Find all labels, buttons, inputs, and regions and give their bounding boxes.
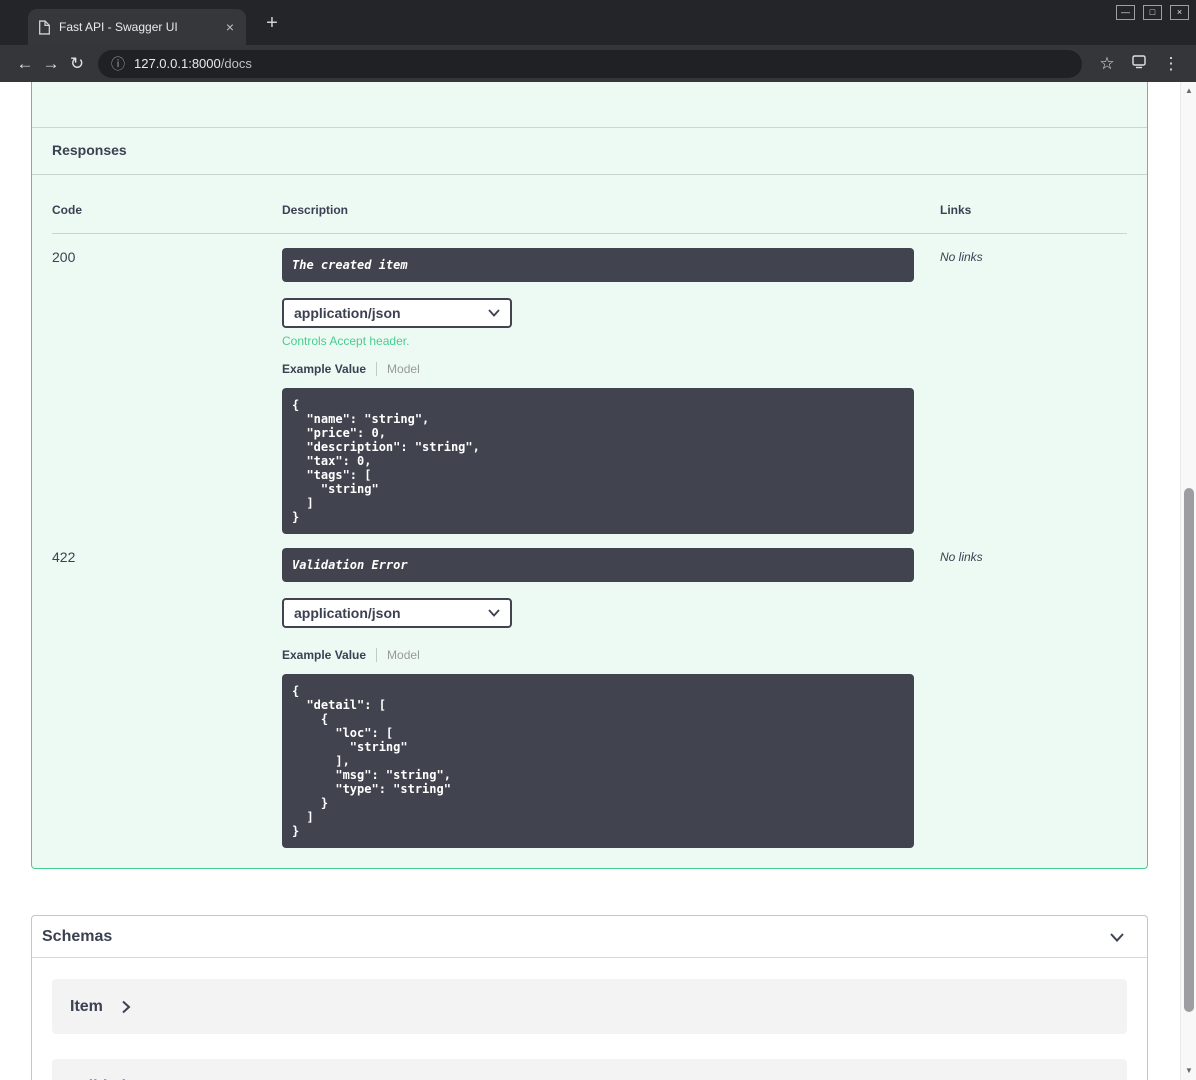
opblock-spacer — [32, 82, 1147, 127]
browser-tab[interactable]: Fast API - Swagger UI × — [28, 9, 246, 45]
tab-example-value[interactable]: Example Value — [282, 362, 378, 376]
column-code: Code — [52, 203, 82, 217]
extensions-icon[interactable] — [1126, 51, 1152, 77]
chevron-right-icon — [121, 1000, 131, 1014]
response-description-box: Validation Error — [282, 548, 914, 582]
responses-title: Responses — [52, 142, 127, 158]
response-row-200: 200 The created item application/json Co… — [52, 234, 1127, 534]
reload-icon[interactable]: ↻ — [64, 51, 90, 77]
scrollbar-down-icon[interactable]: ▼ — [1181, 1064, 1196, 1078]
controls-accept-note: Controls Accept header. — [282, 334, 410, 348]
model-item[interactable]: Item — [52, 979, 1127, 1034]
schemas-header[interactable]: Schemas — [32, 916, 1147, 958]
tab-model[interactable]: Model — [377, 648, 420, 662]
response-links: No links — [940, 550, 983, 564]
new-tab-button[interactable]: + — [260, 12, 284, 36]
forward-icon[interactable]: → — [38, 51, 64, 77]
responses-table: Code Description Links 200 The created i… — [32, 175, 1147, 868]
response-description-cell: Validation Error application/json Exampl… — [282, 548, 940, 848]
example-json-block: { "detail": [ { "loc": [ "string" ], "ms… — [282, 674, 914, 848]
url-host: 127.0.0.1:8000 — [134, 56, 221, 71]
chevron-down-icon — [488, 309, 500, 317]
media-type-value: application/json — [294, 305, 401, 321]
post-opblock-responses-section: Responses Code Description Links 200 The… — [31, 82, 1148, 869]
scrollbar-up-icon[interactable]: ▲ — [1181, 84, 1196, 98]
url-path: /docs — [220, 56, 252, 71]
window-controls: — □ × — [1116, 5, 1189, 20]
page-viewport: Responses Code Description Links 200 The… — [0, 82, 1180, 1080]
minimize-button[interactable]: — — [1116, 5, 1135, 20]
model-name: Item — [70, 997, 103, 1015]
scrollbar-thumb[interactable] — [1184, 488, 1194, 1012]
tab-close-icon[interactable]: × — [224, 20, 236, 34]
schemas-section: Schemas Item ValidationError — [31, 915, 1148, 1080]
browser-toolbar: ← → ↻ ⓘ 127.0.0.1:8000/docs ☆ ⋮ — [0, 45, 1196, 82]
page-favicon-icon — [39, 19, 50, 35]
address-bar[interactable]: ⓘ 127.0.0.1:8000/docs — [98, 49, 1082, 78]
response-code: 422 — [52, 549, 76, 565]
schemas-models: Item ValidationError — [32, 958, 1147, 1080]
browser-chrome: Fast API - Swagger UI × + — □ × ← → ↻ ⓘ … — [0, 0, 1196, 82]
chevron-down-icon[interactable] — [1107, 927, 1127, 947]
back-icon[interactable]: ← — [12, 51, 38, 77]
media-type-select[interactable]: application/json — [282, 298, 512, 328]
response-row-422: 422 Validation Error application/json Ex… — [52, 534, 1127, 848]
tab-strip: Fast API - Swagger UI × + — □ × — [0, 0, 1196, 45]
model-validationerror[interactable]: ValidationError — [52, 1059, 1127, 1080]
responses-header: Responses — [32, 127, 1147, 175]
tab-title: Fast API - Swagger UI — [59, 20, 178, 34]
schemas-title: Schemas — [42, 927, 113, 945]
toolbar-right-icons: ☆ ⋮ — [1094, 51, 1184, 77]
response-description-cell: The created item application/json Contro… — [282, 248, 940, 534]
site-info-icon[interactable]: ⓘ — [111, 54, 125, 74]
browser-menu-icon[interactable]: ⋮ — [1158, 51, 1184, 77]
example-model-tabs: Example Value Model — [282, 362, 940, 376]
maximize-button[interactable]: □ — [1143, 5, 1162, 20]
response-links: No links — [940, 250, 983, 264]
page-scrollbar[interactable]: ▲ ▼ — [1180, 82, 1196, 1080]
example-json-block: { "name": "string", "price": 0, "descrip… — [282, 388, 914, 534]
media-type-value: application/json — [294, 605, 401, 621]
chevron-down-icon — [488, 609, 500, 617]
tab-example-value[interactable]: Example Value — [282, 648, 378, 662]
close-button[interactable]: × — [1170, 5, 1189, 20]
bookmark-star-icon[interactable]: ☆ — [1094, 51, 1120, 77]
media-type-select[interactable]: application/json — [282, 598, 512, 628]
column-description: Description — [282, 203, 349, 217]
responses-table-header: Code Description Links — [52, 175, 1127, 234]
response-description-box: The created item — [282, 248, 914, 282]
tab-model[interactable]: Model — [377, 362, 420, 376]
column-links: Links — [940, 203, 972, 217]
example-model-tabs: Example Value Model — [282, 648, 940, 662]
response-code: 200 — [52, 249, 76, 265]
